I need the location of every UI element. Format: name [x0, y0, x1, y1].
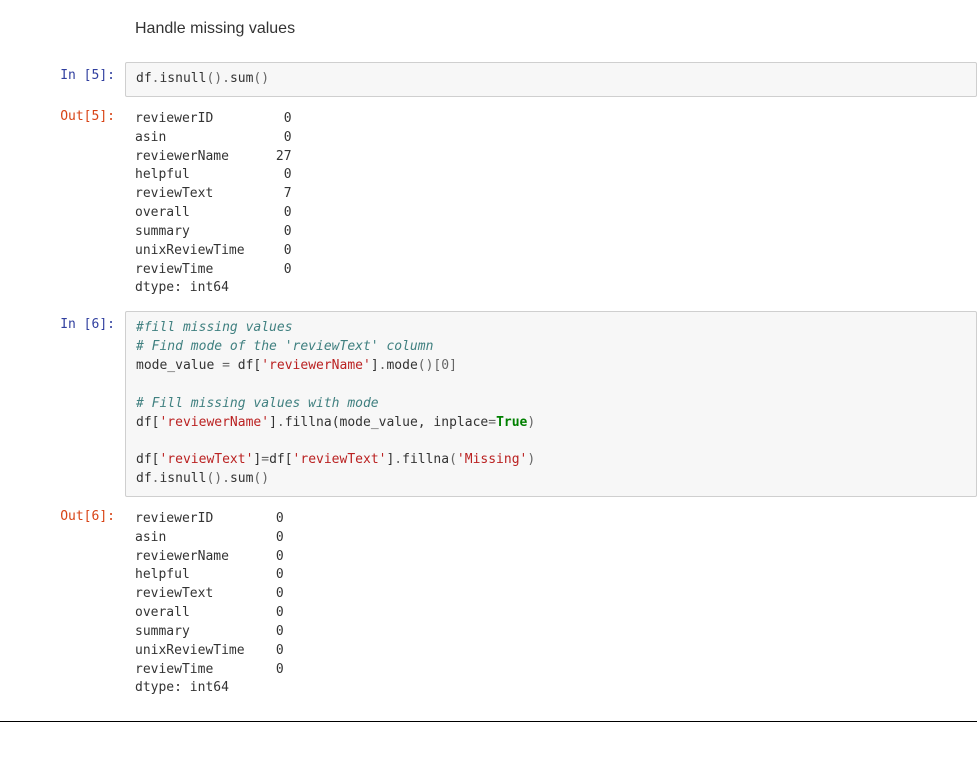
- code-line: df.isnull().sum(): [136, 70, 966, 89]
- output-line: helpful 0: [135, 166, 967, 185]
- output-text: reviewerID 0asin 0reviewerName 0helpful …: [125, 503, 977, 705]
- code-line: #fill missing values: [136, 319, 966, 338]
- output-line: reviewerName 0: [135, 548, 967, 567]
- output-line: reviewerID 0: [135, 510, 967, 529]
- code-input[interactable]: #fill missing values# Find mode of the '…: [125, 311, 977, 497]
- code-cell: In [6]:#fill missing values# Find mode o…: [0, 311, 977, 497]
- output-line: reviewText 0: [135, 585, 967, 604]
- output-line: unixReviewTime 0: [135, 642, 967, 661]
- output-line: dtype: int64: [135, 279, 967, 298]
- output-line: reviewTime 0: [135, 261, 967, 280]
- output-line: overall 0: [135, 204, 967, 223]
- output-line: reviewerName 27: [135, 148, 967, 167]
- code-input[interactable]: df.isnull().sum(): [125, 62, 977, 97]
- output-line: summary 0: [135, 623, 967, 642]
- output-line: reviewerID 0: [135, 110, 967, 129]
- output-line: overall 0: [135, 604, 967, 623]
- code-line: df['reviewerName'].fillna(mode_value, in…: [136, 414, 966, 433]
- code-line: [136, 376, 966, 395]
- output-text: reviewerID 0asin 0reviewerName 27helpful…: [125, 103, 977, 305]
- output-cell: Out[5]:reviewerID 0asin 0reviewerName 27…: [0, 103, 977, 305]
- input-prompt: In [5]:: [0, 62, 125, 97]
- output-cell: Out[6]:reviewerID 0asin 0reviewerName 0h…: [0, 503, 977, 705]
- section-heading: Handle missing values: [135, 20, 977, 38]
- output-prompt: Out[6]:: [0, 503, 125, 705]
- code-line: mode_value = df['reviewerName'].mode()[0…: [136, 357, 966, 376]
- output-line: reviewText 7: [135, 185, 967, 204]
- output-line: unixReviewTime 0: [135, 242, 967, 261]
- input-prompt: In [6]:: [0, 311, 125, 497]
- output-line: reviewTime 0: [135, 661, 967, 680]
- output-line: summary 0: [135, 223, 967, 242]
- code-line: [136, 432, 966, 451]
- output-line: helpful 0: [135, 566, 967, 585]
- code-cell: In [5]: df.isnull().sum(): [0, 62, 977, 97]
- code-line: # Fill missing values with mode: [136, 395, 966, 414]
- code-line: df.isnull().sum(): [136, 470, 966, 489]
- output-prompt: Out[5]:: [0, 103, 125, 305]
- notebook-cells: In [5]:df.isnull().sum()Out[5]:reviewerI…: [0, 62, 977, 705]
- code-line: # Find mode of the 'reviewText' column: [136, 338, 966, 357]
- output-line: dtype: int64: [135, 679, 967, 698]
- output-line: asin 0: [135, 129, 967, 148]
- code-line: df['reviewText']=df['reviewText'].fillna…: [136, 451, 966, 470]
- output-line: asin 0: [135, 529, 967, 548]
